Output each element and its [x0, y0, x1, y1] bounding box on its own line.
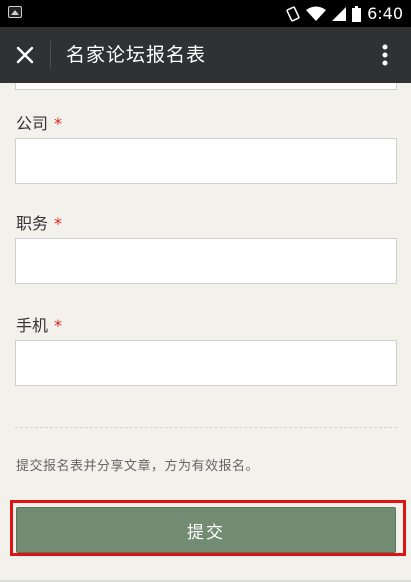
divider — [15, 427, 397, 428]
image-notification-icon — [8, 6, 22, 18]
company-label: 公司 * — [16, 110, 62, 134]
submit-button[interactable]: 提交 — [16, 507, 396, 553]
company-label-text: 公司 — [16, 114, 49, 133]
company-input[interactable] — [15, 138, 397, 184]
required-mark: * — [54, 214, 63, 233]
app-bar: 名家论坛报名表 — [0, 27, 411, 83]
phone-label-text: 手机 — [16, 316, 49, 335]
form-note: 提交报名表并分享文章，方为有效报名。 — [16, 459, 260, 474]
close-button[interactable] — [0, 27, 50, 83]
app-bar-divider — [50, 41, 51, 69]
phone-input[interactable] — [15, 340, 397, 386]
status-bar: 6:40 — [0, 0, 411, 27]
status-time: 6:40 — [367, 4, 403, 23]
signal-icon — [332, 6, 347, 21]
battery-icon — [352, 5, 362, 22]
status-left — [8, 6, 22, 18]
close-icon — [16, 46, 34, 64]
previous-field-edge — [15, 83, 397, 90]
status-right: 6:40 — [286, 0, 403, 27]
wifi-icon — [306, 6, 327, 21]
position-label: 职务 * — [16, 210, 62, 234]
page-title: 名家论坛报名表 — [66, 44, 207, 66]
form-content: 公司 * 职务 * 手机 * 提交报名表并分享文章，方为有效报名。 提交 — [0, 83, 411, 582]
more-vert-icon — [382, 44, 388, 66]
phone-label: 手机 * — [16, 312, 62, 336]
more-options-button[interactable] — [371, 27, 399, 83]
required-mark: * — [54, 114, 63, 133]
position-label-text: 职务 — [16, 214, 49, 233]
position-input[interactable] — [15, 238, 397, 284]
vibrate-icon — [286, 5, 300, 22]
required-mark: * — [54, 316, 63, 335]
